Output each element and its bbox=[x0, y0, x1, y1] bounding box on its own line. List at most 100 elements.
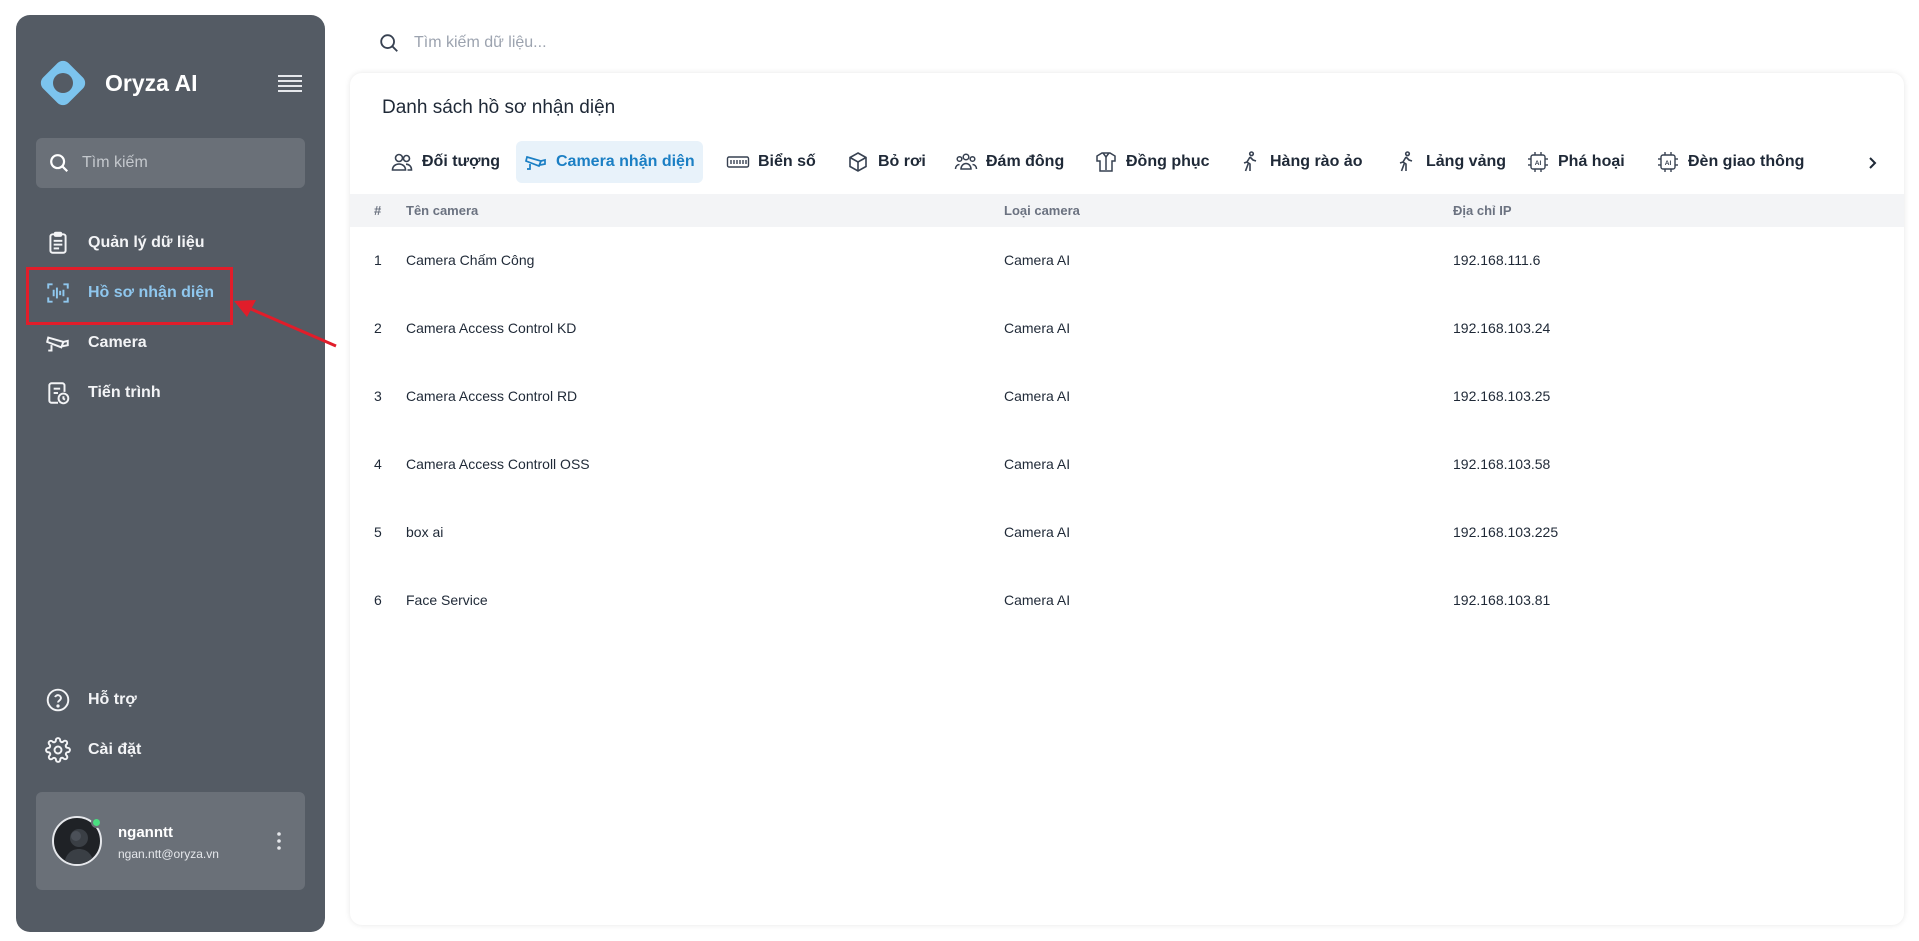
ai-chip-icon: AI bbox=[1656, 150, 1680, 174]
tab-label: Đồng phục bbox=[1126, 153, 1210, 170]
clipboard-icon bbox=[44, 229, 72, 257]
camera-ip: 192.168.103.81 bbox=[1453, 592, 1551, 608]
column-header-ip-address[interactable]: Địa chỉ IP bbox=[1453, 203, 1512, 218]
tab-label: Đám đông bbox=[986, 153, 1065, 170]
page-title: Danh sách hồ sơ nhận diện bbox=[382, 97, 616, 118]
row-index: 4 bbox=[374, 456, 382, 472]
uniform-shirt-icon bbox=[1094, 150, 1118, 174]
camera-type: Camera AI bbox=[1004, 456, 1071, 472]
tab-label: Đối tượng bbox=[422, 153, 501, 170]
main-card: Danh sách hồ sơ nhận diện Đối tượng Came… bbox=[350, 73, 1904, 925]
sidebar-item-process[interactable]: Tiến trình bbox=[44, 373, 161, 413]
sidebar-item-label: Tiến trình bbox=[88, 384, 161, 401]
global-search bbox=[378, 26, 814, 60]
sidebar-search bbox=[36, 138, 305, 188]
walking-person-icon bbox=[1394, 150, 1418, 174]
sidebar-item-camera[interactable]: Camera bbox=[44, 323, 147, 363]
row-index: 1 bbox=[374, 252, 382, 268]
sidebar: Oryza AI Quản lý dữ liệu Hồ sơ nhận diện bbox=[16, 15, 325, 932]
camera-name: Face Service bbox=[406, 592, 488, 608]
camera-ip: 192.168.103.225 bbox=[1453, 524, 1559, 540]
sidebar-item-support[interactable]: Hỗ trợ bbox=[44, 680, 137, 720]
tab-loitering[interactable]: Lảng vảng bbox=[1386, 141, 1514, 183]
more-vertical-icon[interactable] bbox=[273, 829, 285, 853]
hamburger-menu-icon[interactable] bbox=[278, 72, 302, 94]
camera-ip: 192.168.103.58 bbox=[1453, 456, 1551, 472]
sidebar-item-label: Cài đặt bbox=[88, 741, 142, 758]
row-index: 2 bbox=[374, 320, 382, 336]
table-row[interactable]: 4 Camera Access Controll OSS Camera AI 1… bbox=[350, 431, 1904, 499]
user-email: ngan.ntt@oryza.vn bbox=[118, 847, 219, 861]
global-search-input[interactable] bbox=[414, 34, 814, 52]
online-status-dot bbox=[91, 817, 102, 828]
table-row[interactable]: 1 Camera Chấm Công Camera AI 192.168.111… bbox=[350, 227, 1904, 295]
table-header: # Tên camera Loại camera Địa chỉ IP bbox=[350, 194, 1904, 227]
tab-label: Đèn giao thông bbox=[1688, 153, 1805, 170]
svg-text:AI: AI bbox=[1665, 160, 1672, 167]
users-icon bbox=[390, 150, 414, 174]
user-name: nganntt bbox=[118, 824, 173, 841]
camera-type: Camera AI bbox=[1004, 320, 1071, 336]
license-plate-icon bbox=[726, 150, 750, 174]
tab-label: Hàng rào ảo bbox=[1270, 153, 1363, 170]
sidebar-item-label: Quản lý dữ liệu bbox=[88, 234, 205, 251]
tab-virtual-fence[interactable]: Hàng rào ảo bbox=[1230, 141, 1370, 183]
camera-name: Camera Access Control RD bbox=[406, 388, 578, 404]
row-index: 5 bbox=[374, 524, 382, 540]
sidebar-item-settings[interactable]: Cài đặt bbox=[44, 730, 141, 770]
table-row[interactable]: 3 Camera Access Control RD Camera AI 192… bbox=[350, 363, 1904, 431]
camera-ip: 192.168.103.25 bbox=[1453, 388, 1551, 404]
camera-type: Camera AI bbox=[1004, 252, 1071, 268]
annotation-arrow-icon bbox=[234, 300, 337, 348]
cctv-camera-icon bbox=[44, 329, 72, 357]
row-index: 3 bbox=[374, 388, 382, 404]
crowd-icon bbox=[954, 150, 978, 174]
tab-license-plate[interactable]: Biển số bbox=[718, 141, 824, 183]
tab-label: Biển số bbox=[758, 153, 816, 170]
search-icon bbox=[50, 154, 69, 173]
ai-chip-icon: AI bbox=[1526, 150, 1550, 174]
chevron-right-icon[interactable] bbox=[1860, 151, 1884, 175]
column-header-index: # bbox=[374, 203, 382, 218]
tab-uniform[interactable]: Đồng phục bbox=[1086, 141, 1218, 183]
camera-ip: 192.168.111.6 bbox=[1453, 252, 1541, 268]
table-row[interactable]: 5 box ai Camera AI 192.168.103.225 bbox=[350, 499, 1904, 567]
box-icon bbox=[846, 150, 870, 174]
camera-type: Camera AI bbox=[1004, 524, 1071, 540]
cctv-camera-icon bbox=[524, 150, 548, 174]
tab-objects[interactable]: Đối tượng bbox=[382, 141, 508, 183]
camera-type: Camera AI bbox=[1004, 388, 1071, 404]
search-icon bbox=[380, 34, 398, 52]
sidebar-item-data-management[interactable]: Quản lý dữ liệu bbox=[44, 223, 205, 263]
tab-label: Camera nhận diện bbox=[556, 153, 695, 170]
tab-camera-recognition[interactable]: Camera nhận diện bbox=[516, 141, 703, 183]
sidebar-item-label: Hỗ trợ bbox=[88, 691, 137, 708]
annotation-highlight-box bbox=[26, 267, 233, 325]
row-index: 6 bbox=[374, 592, 382, 608]
sidebar-item-label: Camera bbox=[88, 334, 147, 351]
column-header-camera-type[interactable]: Loại camera bbox=[1004, 203, 1080, 218]
tab-crowd[interactable]: Đám đông bbox=[946, 141, 1072, 183]
table-row[interactable]: 2 Camera Access Control KD Camera AI 192… bbox=[350, 295, 1904, 363]
camera-name: Camera Access Control KD bbox=[406, 320, 577, 336]
camera-name: Camera Chấm Công bbox=[406, 252, 535, 268]
camera-name: Camera Access Controll OSS bbox=[406, 456, 590, 472]
tab-label: Bỏ rơi bbox=[878, 153, 926, 170]
column-header-camera-name[interactable]: Tên camera bbox=[406, 203, 478, 218]
tab-abandoned[interactable]: Bỏ rơi bbox=[838, 141, 934, 183]
oryza-logo-icon bbox=[40, 60, 86, 106]
tab-label: Lảng vảng bbox=[1426, 153, 1507, 170]
brand-title: Oryza AI bbox=[105, 69, 198, 96]
tab-vandalism[interactable]: AI Phá hoại bbox=[1518, 141, 1633, 183]
tab-traffic-light[interactable]: AI Đèn giao thông bbox=[1648, 141, 1812, 183]
tab-label: Phá hoại bbox=[1558, 153, 1625, 170]
sidebar-search-input[interactable] bbox=[82, 154, 282, 172]
svg-text:AI: AI bbox=[1535, 160, 1542, 167]
walking-person-icon bbox=[1238, 150, 1262, 174]
user-card[interactable]: nganntt ngan.ntt@oryza.vn bbox=[36, 792, 305, 890]
camera-type: Camera AI bbox=[1004, 592, 1071, 608]
camera-ip: 192.168.103.24 bbox=[1453, 320, 1551, 336]
brand[interactable]: Oryza AI bbox=[36, 53, 197, 113]
table-row[interactable]: 6 Face Service Camera AI 192.168.103.81 bbox=[350, 567, 1904, 635]
process-clock-icon bbox=[44, 379, 72, 407]
